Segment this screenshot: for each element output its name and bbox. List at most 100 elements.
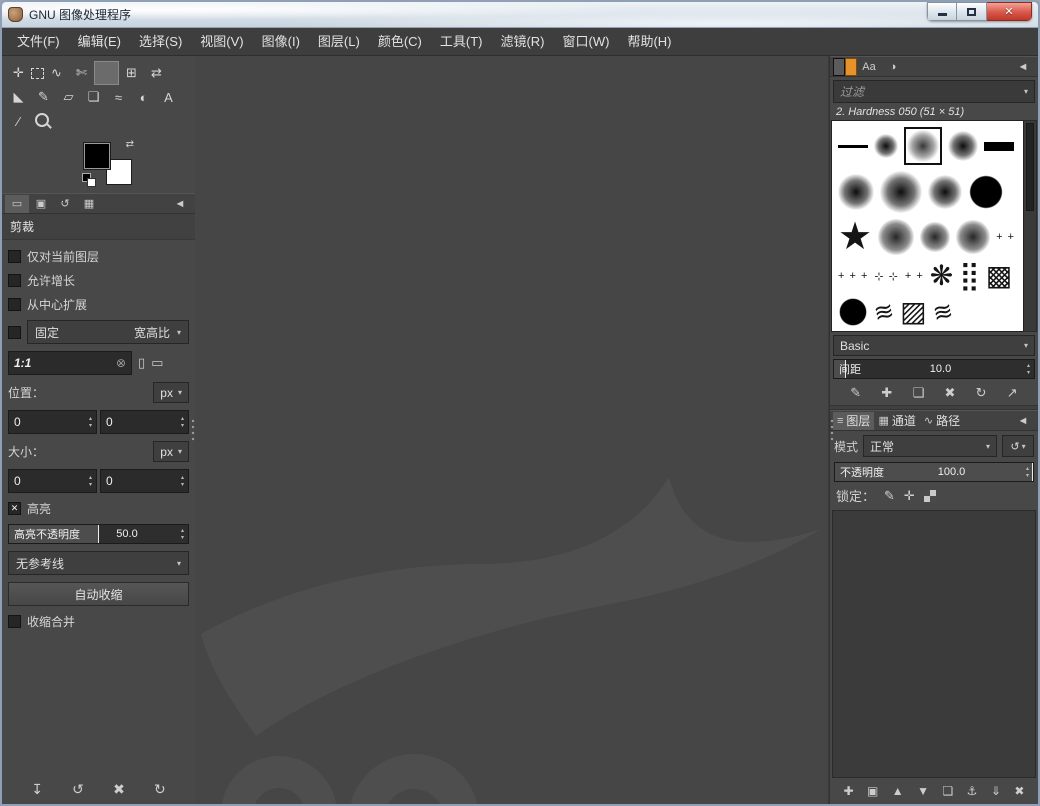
tab-channels[interactable]: ▦ 通道	[874, 412, 919, 430]
size-width-input[interactable]: 0 ▴ ▾	[8, 469, 97, 493]
foreground-color-swatch[interactable]	[84, 143, 110, 169]
menu-filters[interactable]: 滤镜(R)	[491, 28, 553, 56]
clone-tool[interactable]: ❏	[81, 85, 106, 109]
menu-image[interactable]: 图像(I)	[253, 28, 309, 56]
menu-view[interactable]: 视图(V)	[191, 28, 252, 56]
position-x-input[interactable]: 0 ▴ ▾	[8, 410, 97, 434]
brush-fuzzy[interactable]	[956, 220, 991, 254]
brush-soft[interactable]	[838, 174, 874, 210]
menu-help[interactable]: 帮助(H)	[618, 28, 680, 56]
dodge-burn-tool[interactable]: ◐	[131, 85, 156, 109]
brush-block[interactable]	[984, 141, 1014, 151]
brush-round[interactable]	[838, 297, 868, 327]
delete-layer-icon[interactable]: ✖	[1014, 784, 1024, 798]
mode-switch-button[interactable]: ↺ ▾	[1002, 435, 1034, 457]
color-picker-tool[interactable]: ∕	[6, 109, 31, 133]
portrait-icon[interactable]: ▯	[138, 355, 145, 371]
layer-opacity-slider[interactable]: 不透明度 100.0 ▴ ▾	[834, 462, 1034, 482]
expand-from-center-checkbox[interactable]	[8, 298, 21, 311]
restore-preset-icon[interactable]: ↺	[72, 781, 84, 798]
size-height-input[interactable]: 0 ▴ ▾	[100, 469, 189, 493]
spin-down-icon[interactable]: ▾	[181, 535, 184, 541]
brush-line[interactable]	[838, 144, 868, 148]
size-unit-combo[interactable]: px ▾	[153, 441, 189, 462]
canvas[interactable]	[195, 56, 829, 804]
dock-resize-handle[interactable]	[830, 418, 834, 442]
tab-paths[interactable]: ∿ 路径	[920, 412, 964, 430]
lower-layer-icon[interactable]: ▼	[917, 784, 929, 798]
brushes-scrollbar[interactable]	[1024, 120, 1037, 332]
new-brush-icon[interactable]: ✚	[881, 385, 892, 401]
allow-growing-checkbox[interactable]	[8, 274, 21, 287]
dock-menu-icon[interactable]: ◄	[1011, 58, 1035, 76]
rectangle-select-tool[interactable]	[31, 67, 44, 79]
shrink-merged-checkbox[interactable]	[8, 615, 21, 628]
lock-position-icon[interactable]: ✛	[904, 488, 915, 504]
tab-brushes[interactable]	[833, 57, 845, 76]
paintbrush-tool[interactable]: ✎	[31, 85, 56, 109]
open-brush-image-icon[interactable]: ↗	[1007, 385, 1018, 401]
spin-up-icon[interactable]: ▴	[181, 528, 184, 534]
refresh-brushes-icon[interactable]: ↻	[976, 385, 987, 401]
brush-soft[interactable]	[874, 134, 898, 158]
tab-layers[interactable]: ≡ 图层	[833, 411, 875, 430]
swap-colors-icon[interactable]: ⇄	[126, 139, 134, 150]
reset-options-icon[interactable]: ↻	[154, 781, 166, 798]
scrollbar-thumb[interactable]	[1026, 123, 1034, 212]
brush-sparks[interactable]: ⊹ ⊹	[874, 270, 899, 283]
brush-soft[interactable]	[928, 175, 962, 209]
save-preset-icon[interactable]: ↧	[31, 781, 43, 798]
brush-selected-hardness-050[interactable]	[904, 127, 942, 165]
lock-pixels-icon[interactable]: ✎	[884, 488, 895, 504]
brush-tag-combo[interactable]: Basic ▾	[833, 335, 1035, 356]
spin-down-icon[interactable]: ▾	[1026, 473, 1029, 479]
dock-menu-icon[interactable]: ◄	[1011, 412, 1035, 430]
brush-filter-input[interactable]: 过滤 ▾	[833, 80, 1035, 103]
delete-brush-icon[interactable]: ✖	[944, 385, 955, 401]
spin-up-icon[interactable]: ▴	[181, 416, 184, 422]
close-button[interactable]: ✕	[987, 2, 1032, 21]
tab-undo-history[interactable]: ↺	[53, 195, 77, 213]
layer-mode-combo[interactable]: 正常 ▾	[863, 435, 997, 457]
move-tool[interactable]: ✛	[6, 61, 31, 85]
spin-down-icon[interactable]: ▾	[181, 423, 184, 429]
layers-list[interactable]	[832, 510, 1036, 778]
delete-preset-icon[interactable]: ✖	[113, 781, 125, 798]
free-select-tool[interactable]: ∿	[44, 61, 69, 85]
dock-menu-icon[interactable]: ◄	[168, 195, 192, 213]
merge-down-icon[interactable]: ⇓	[991, 784, 1001, 798]
zoom-tool[interactable]	[31, 109, 56, 133]
brush-texture[interactable]: ⣿	[959, 261, 980, 291]
menu-layer[interactable]: 图层(L)	[309, 28, 369, 56]
new-group-icon[interactable]: ▣	[867, 784, 878, 798]
spin-up-icon[interactable]: ▴	[1027, 363, 1030, 369]
tab-pointer[interactable]: ▦	[77, 195, 101, 213]
current-layer-only-checkbox[interactable]	[8, 250, 21, 263]
raise-layer-icon[interactable]: ▲	[892, 784, 904, 798]
tab-document-history[interactable]: ◑	[881, 58, 905, 76]
minimize-button[interactable]	[927, 2, 957, 21]
highlight-opacity-slider[interactable]: 高亮不透明度 50.0 ▴ ▾	[8, 524, 189, 544]
brush-texture[interactable]: ❋	[930, 261, 953, 291]
fixed-checkbox[interactable]	[8, 325, 21, 339]
brush-soft[interactable]	[948, 131, 978, 161]
lock-alpha-icon[interactable]	[923, 489, 936, 502]
brush-star[interactable]: ★	[838, 218, 872, 256]
position-unit-combo[interactable]: px ▾	[153, 382, 189, 403]
scissors-select-tool[interactable]: ✄	[69, 61, 94, 85]
tab-device-status[interactable]: ▣	[29, 195, 53, 213]
clear-icon[interactable]: ⊗	[116, 356, 126, 370]
flip-tool[interactable]: ⇄	[144, 61, 169, 85]
brush-sparks[interactable]: + + +	[838, 270, 868, 282]
tab-patterns[interactable]	[845, 57, 857, 76]
menu-tools[interactable]: 工具(T)	[431, 28, 492, 56]
text-tool[interactable]: A	[156, 85, 181, 109]
anchor-layer-icon[interactable]: ⚓	[967, 784, 978, 798]
brush-scribble[interactable]: ≋	[930, 296, 956, 329]
menu-windows[interactable]: 窗口(W)	[554, 28, 619, 56]
titlebar[interactable]: GNU 图像处理程序 ✕	[2, 2, 1038, 28]
spin-down-icon[interactable]: ▾	[181, 482, 184, 488]
aspect-ratio-input[interactable]: 1:1 ⊗	[8, 351, 132, 375]
crop-tool[interactable]	[94, 61, 119, 85]
guides-combo[interactable]: 无参考线 ▾	[8, 551, 189, 575]
